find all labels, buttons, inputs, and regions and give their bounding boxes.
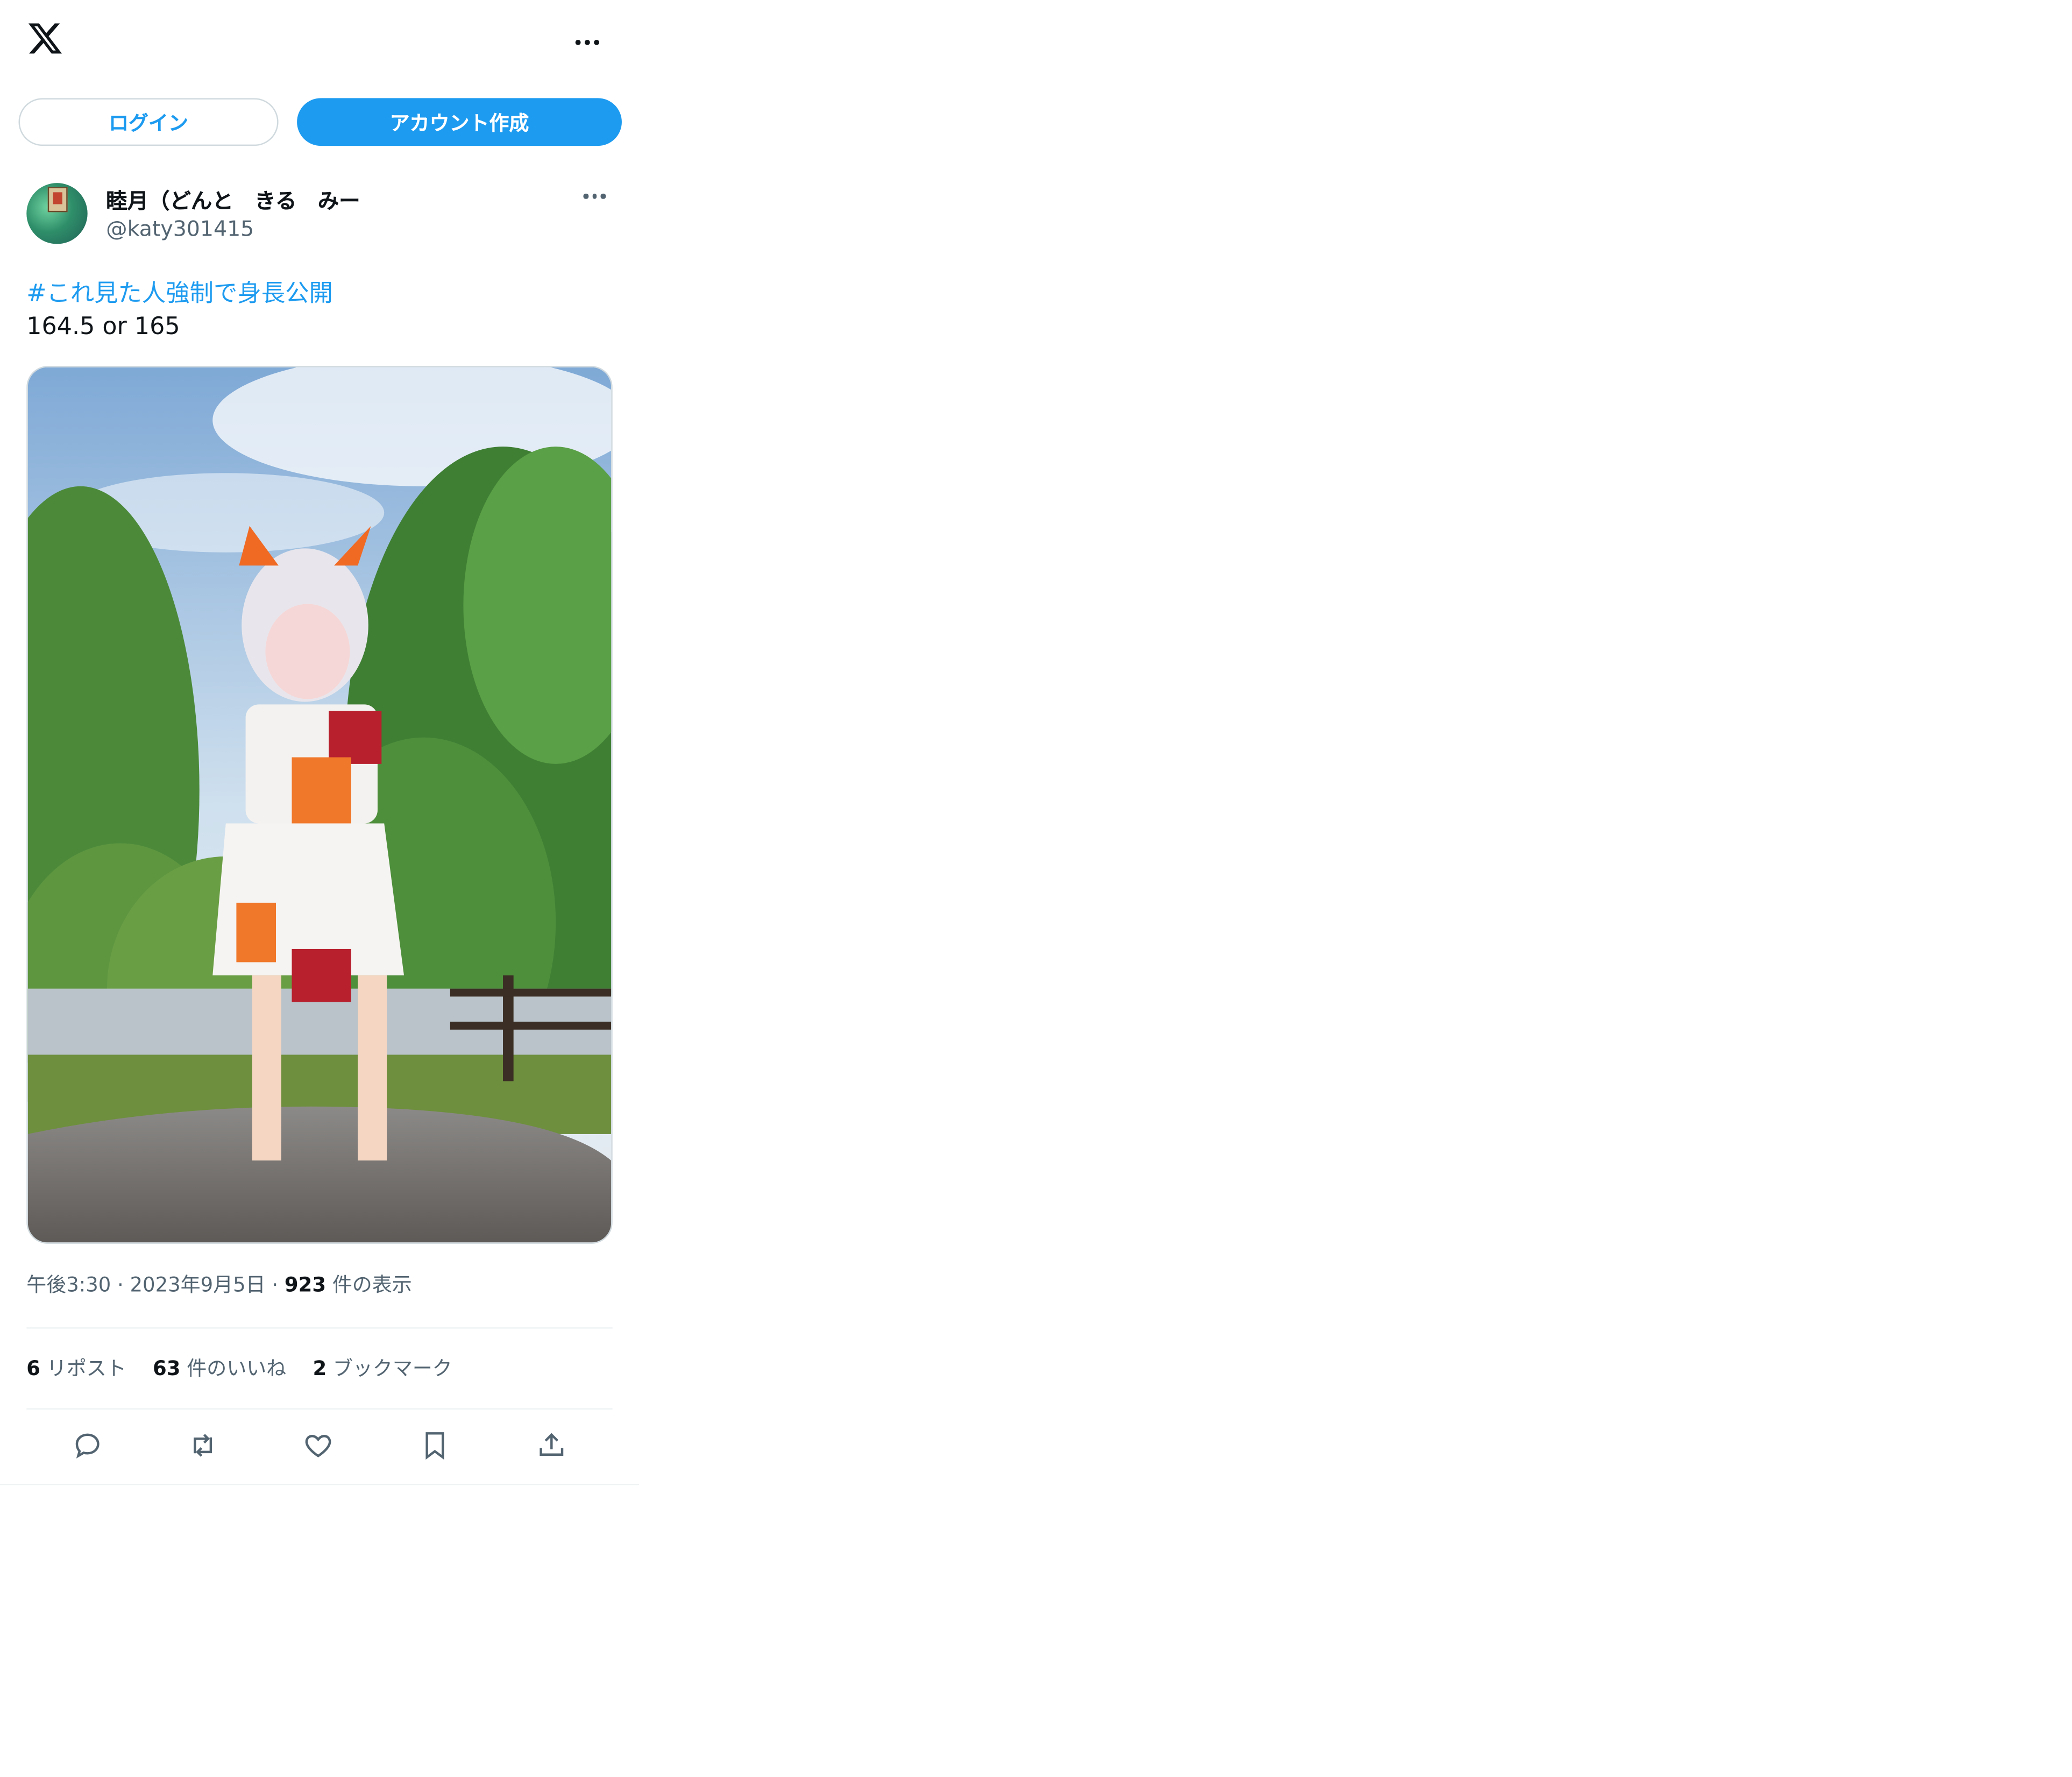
photo-illustration xyxy=(27,367,612,1243)
create-account-button[interactable]: アカウント作成 xyxy=(297,98,622,146)
tweet-text: 164.5 or 165 xyxy=(26,313,180,341)
tweet-time[interactable]: 午後3:30 xyxy=(26,1273,111,1297)
share-icon[interactable] xyxy=(536,1429,567,1461)
hashtag-link[interactable]: #これ見た人強制で身長公開 xyxy=(26,274,333,309)
meta-separator: · xyxy=(111,1273,130,1297)
views-label: 件の表示 xyxy=(332,1273,412,1297)
views-count: 923 xyxy=(284,1273,327,1297)
tweet-meta: 午後3:30 · 2023年9月5日 · 923 件の表示 xyxy=(26,1270,411,1298)
tweet-more-icon[interactable] xyxy=(583,193,606,199)
divider xyxy=(26,1327,613,1329)
bookmark-icon[interactable] xyxy=(419,1429,451,1461)
author-display-name[interactable]: 睦月（どんと きる みー xyxy=(106,183,360,215)
likes-stat[interactable]: 63 件のいいね xyxy=(153,1354,286,1382)
repost-icon[interactable] xyxy=(187,1429,219,1461)
avatar[interactable] xyxy=(26,183,88,244)
tweet-date[interactable]: 2023年9月5日 xyxy=(130,1273,266,1297)
tweet-photo[interactable] xyxy=(26,366,613,1244)
divider xyxy=(26,1408,613,1410)
bookmarks-stat[interactable]: 2 ブックマーク xyxy=(313,1354,452,1382)
engagement-stats: 6 リポスト 63 件のいいね 2 ブックマーク xyxy=(26,1354,452,1382)
reposts-stat[interactable]: 6 リポスト xyxy=(26,1354,126,1382)
x-logo-icon[interactable] xyxy=(26,20,63,57)
author-handle[interactable]: @katy301415 xyxy=(106,216,254,242)
page: ログイン アカウント作成 睦月（どんと きる みー @katy301415 #こ… xyxy=(0,0,639,1485)
reply-icon[interactable] xyxy=(72,1429,103,1461)
more-horizontal-icon[interactable] xyxy=(575,37,607,48)
login-button[interactable]: ログイン xyxy=(18,98,279,146)
meta-separator: · xyxy=(265,1273,285,1297)
like-icon[interactable] xyxy=(302,1429,334,1461)
divider xyxy=(0,1483,639,1485)
